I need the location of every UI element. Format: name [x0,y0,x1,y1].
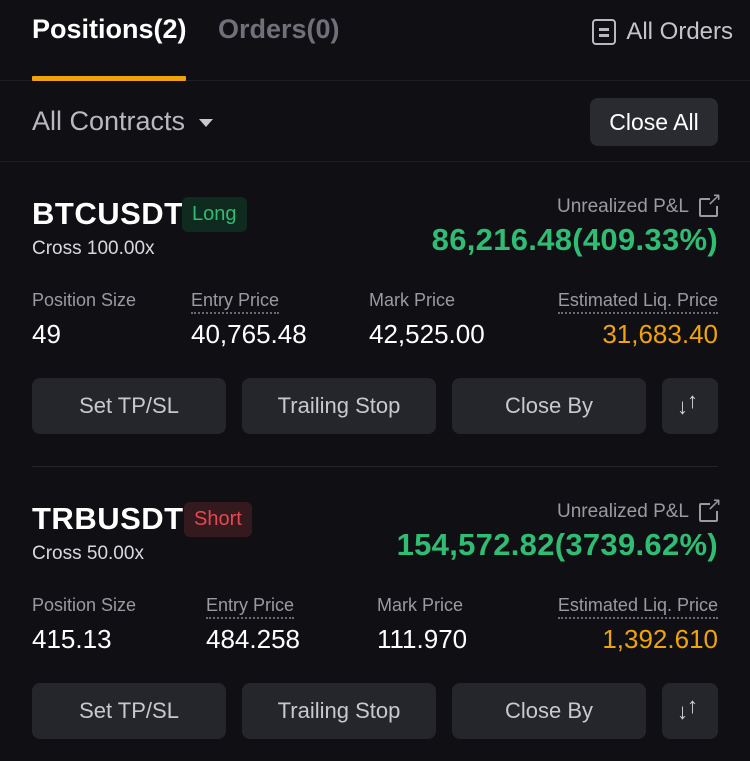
mark-price-label: Mark Price [377,595,464,615]
close-all-button[interactable]: Close All [590,98,718,146]
position-size-stat: Position Size 49 [32,290,136,350]
tab-orders[interactable]: Orders(0) [218,14,340,45]
close-by-button[interactable]: Close By [452,683,646,739]
mark-price-stat: Mark Price 111.970 [377,595,467,655]
entry-price-stat: Entry Price 484.258 [206,595,300,655]
contracts-dropdown-value: All Contracts [32,106,186,136]
tab-positions[interactable]: Positions(2) [32,14,187,45]
liq-price-label[interactable]: Estimated Liq. Price [557,290,718,314]
unrealized-pnl-share[interactable]: Unrealized P&L [556,190,722,218]
unrealized-pnl-share[interactable]: Unrealized P&L [556,495,722,523]
document-list-icon [592,19,617,45]
share-icon [699,190,722,217]
position-divider [32,466,718,467]
unrealized-pnl-label: Unrealized P&L [556,501,689,522]
position-size-stat: Position Size 415.13 [32,595,136,655]
caret-down-icon [199,118,214,127]
position-size-value: 49 [32,319,61,349]
entry-price-stat: Entry Price 40,765.48 [191,290,307,350]
liq-price-value: 1,392.610 [602,624,718,654]
position-size-value: 415.13 [32,624,112,654]
close-by-button[interactable]: Close By [452,378,646,434]
margin-mode: Cross 100.00x [32,238,155,259]
mark-price-label: Mark Price [369,290,456,310]
unrealized-pnl-label: Unrealized P&L [556,196,689,217]
entry-price-label[interactable]: Entry Price [191,290,280,314]
all-orders-link[interactable]: All Orders [592,18,733,46]
mark-price-value: 42,525.00 [369,319,485,349]
unrealized-pnl-value: 154,572.82(3739.62%) [396,527,718,562]
contracts-dropdown[interactable]: All Contracts [32,106,214,137]
set-tpsl-button[interactable]: Set TP/SL [32,683,226,739]
reverse-position-button[interactable]: ↓ ↑ [662,683,718,739]
position-size-label: Position Size [32,290,137,310]
position-size-label: Position Size [32,595,137,615]
filter-bar: All Contracts Close All [0,82,750,162]
position-symbol[interactable]: BTCUSDT [32,196,184,232]
entry-price-value: 484.258 [206,624,300,654]
liq-price-value: 31,683.40 [602,319,718,349]
entry-price-value: 40,765.48 [191,319,307,349]
position-actions: Set TP/SL Trailing Stop Close By ↓ ↑ [32,683,718,739]
active-tab-indicator [32,76,186,81]
position-actions: Set TP/SL Trailing Stop Close By ↓ ↑ [32,378,718,434]
mark-price-value: 111.970 [377,624,468,654]
tab-bar: Positions(2) Orders(0) All Orders [0,0,750,81]
unrealized-pnl-value: 86,216.48(409.33%) [431,222,718,257]
trailing-stop-button[interactable]: Trailing Stop [242,378,436,434]
entry-price-label[interactable]: Entry Price [206,595,295,619]
liq-price-stat: Estimated Liq. Price 31,683.40 [557,290,718,350]
side-badge-long: Long [182,197,247,232]
swap-arrows-icon: ↓ ↑ [677,388,698,419]
liq-price-stat: Estimated Liq. Price 1,392.610 [557,595,718,655]
set-tpsl-button[interactable]: Set TP/SL [32,378,226,434]
swap-arrows-icon: ↓ ↑ [677,693,698,724]
all-orders-label: All Orders [626,18,733,45]
margin-mode: Cross 50.00x [32,543,144,564]
side-badge-short: Short [184,502,252,537]
mark-price-stat: Mark Price 42,525.00 [369,290,485,350]
position-symbol[interactable]: TRBUSDT [32,501,184,537]
liq-price-label[interactable]: Estimated Liq. Price [557,595,718,619]
share-icon [699,495,722,522]
trailing-stop-button[interactable]: Trailing Stop [242,683,436,739]
reverse-position-button[interactable]: ↓ ↑ [662,378,718,434]
